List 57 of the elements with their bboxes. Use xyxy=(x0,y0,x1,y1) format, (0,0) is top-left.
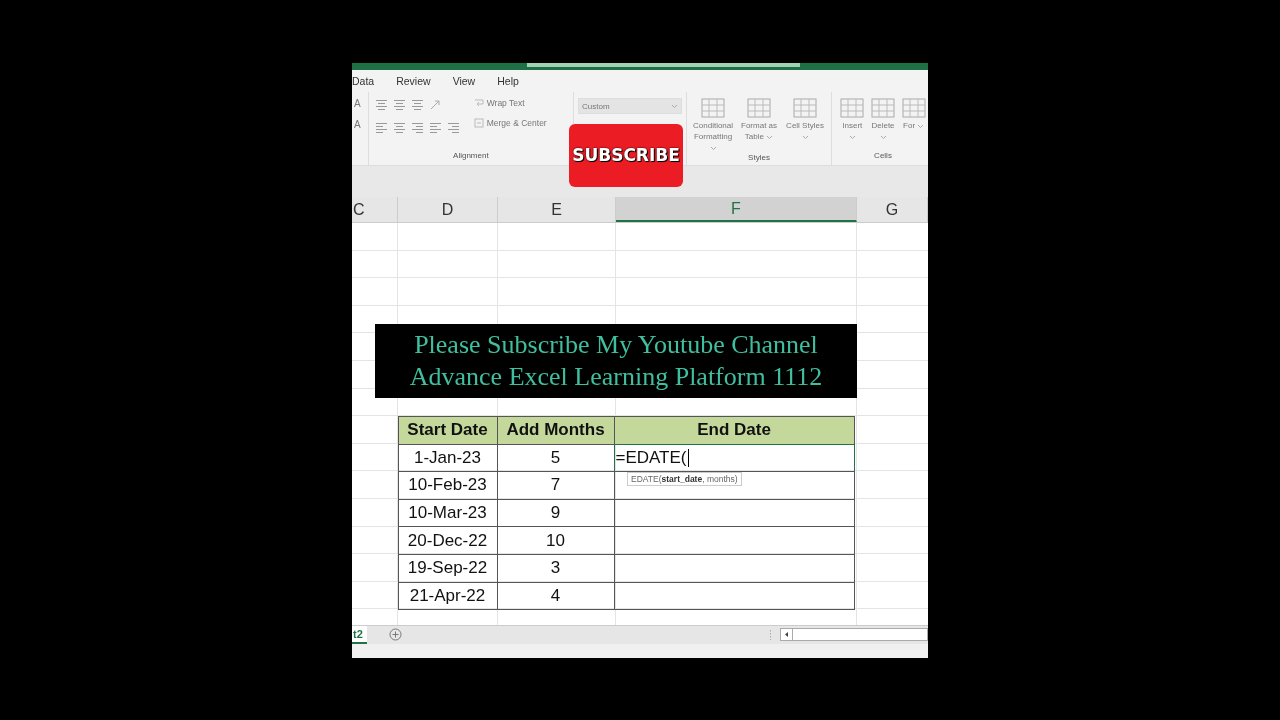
splitter-handle-icon[interactable] xyxy=(769,629,772,640)
group-label: Alignment xyxy=(452,151,490,163)
style-button[interactable]: Format as Table xyxy=(739,98,779,143)
table-icon xyxy=(901,98,926,119)
wrap-icon xyxy=(473,98,484,109)
style-button[interactable]: Cell Styles xyxy=(785,98,825,143)
header-cell: Add Months xyxy=(496,416,615,445)
caret-icon xyxy=(879,134,887,140)
style-button[interactable]: Conditional Formatting xyxy=(693,98,734,154)
table-icon xyxy=(840,98,865,119)
column-header[interactable]: D xyxy=(398,197,498,223)
caret-icon xyxy=(917,123,925,129)
caret-icon xyxy=(709,145,717,151)
wrap-text-button[interactable]: Wrap Text xyxy=(473,98,547,109)
subscribe-badge: SUBSCRIBE xyxy=(569,123,683,187)
font-size-button[interactable]: A xyxy=(354,119,361,131)
align-icon[interactable] xyxy=(428,121,442,135)
align-icon[interactable] xyxy=(446,121,460,135)
merge-icon xyxy=(473,118,484,129)
table-cell[interactable] xyxy=(613,581,855,611)
column-header[interactable]: F xyxy=(616,197,857,223)
table-cell: 21-Apr-22 xyxy=(397,581,498,611)
cells-button[interactable]: Delete xyxy=(868,98,898,143)
menu-tab[interactable]: View xyxy=(452,75,476,88)
caret-icon xyxy=(671,103,678,109)
caret-icon xyxy=(848,134,856,140)
table-icon xyxy=(793,98,817,119)
cells-button[interactable]: For xyxy=(899,98,928,132)
banner-text: Advance Excel Learning Platform 1112 xyxy=(409,361,823,392)
caret-icon xyxy=(766,134,774,140)
add-sheet-icon[interactable] xyxy=(388,628,402,641)
align-icon[interactable] xyxy=(374,121,388,135)
menu-tab[interactable]: Data xyxy=(352,75,375,88)
table-icon xyxy=(701,98,725,119)
header-cell: End Date xyxy=(613,416,855,445)
align-icon[interactable] xyxy=(392,121,406,135)
menu-tab[interactable]: Help xyxy=(497,75,519,88)
align-icon[interactable] xyxy=(374,98,388,112)
number-format-dropdown[interactable]: Custom xyxy=(578,98,682,115)
column-header[interactable]: G xyxy=(857,197,928,223)
font-size-button[interactable]: A xyxy=(354,98,361,110)
caret-icon xyxy=(801,134,809,140)
banner-text: Please Subscribe My Youtube Channel xyxy=(414,329,818,360)
merge-center-button[interactable]: Merge & Center xyxy=(473,118,547,129)
align-icon[interactable] xyxy=(410,98,424,112)
group-label: Styles xyxy=(747,153,771,165)
column-header[interactable]: C xyxy=(352,197,398,223)
table-icon xyxy=(871,98,895,119)
group-label: Cells xyxy=(873,151,893,163)
horizontal-scrollbar[interactable] xyxy=(780,628,928,641)
sheet-tab[interactable]: t2 xyxy=(352,625,367,644)
table-icon xyxy=(747,98,771,119)
cells-button[interactable]: Insert xyxy=(838,98,867,143)
align-icon[interactable] xyxy=(410,121,424,135)
align-icon[interactable] xyxy=(392,98,406,112)
header-cell: Start Date xyxy=(397,416,498,445)
menu-tab[interactable]: Review xyxy=(396,75,431,88)
